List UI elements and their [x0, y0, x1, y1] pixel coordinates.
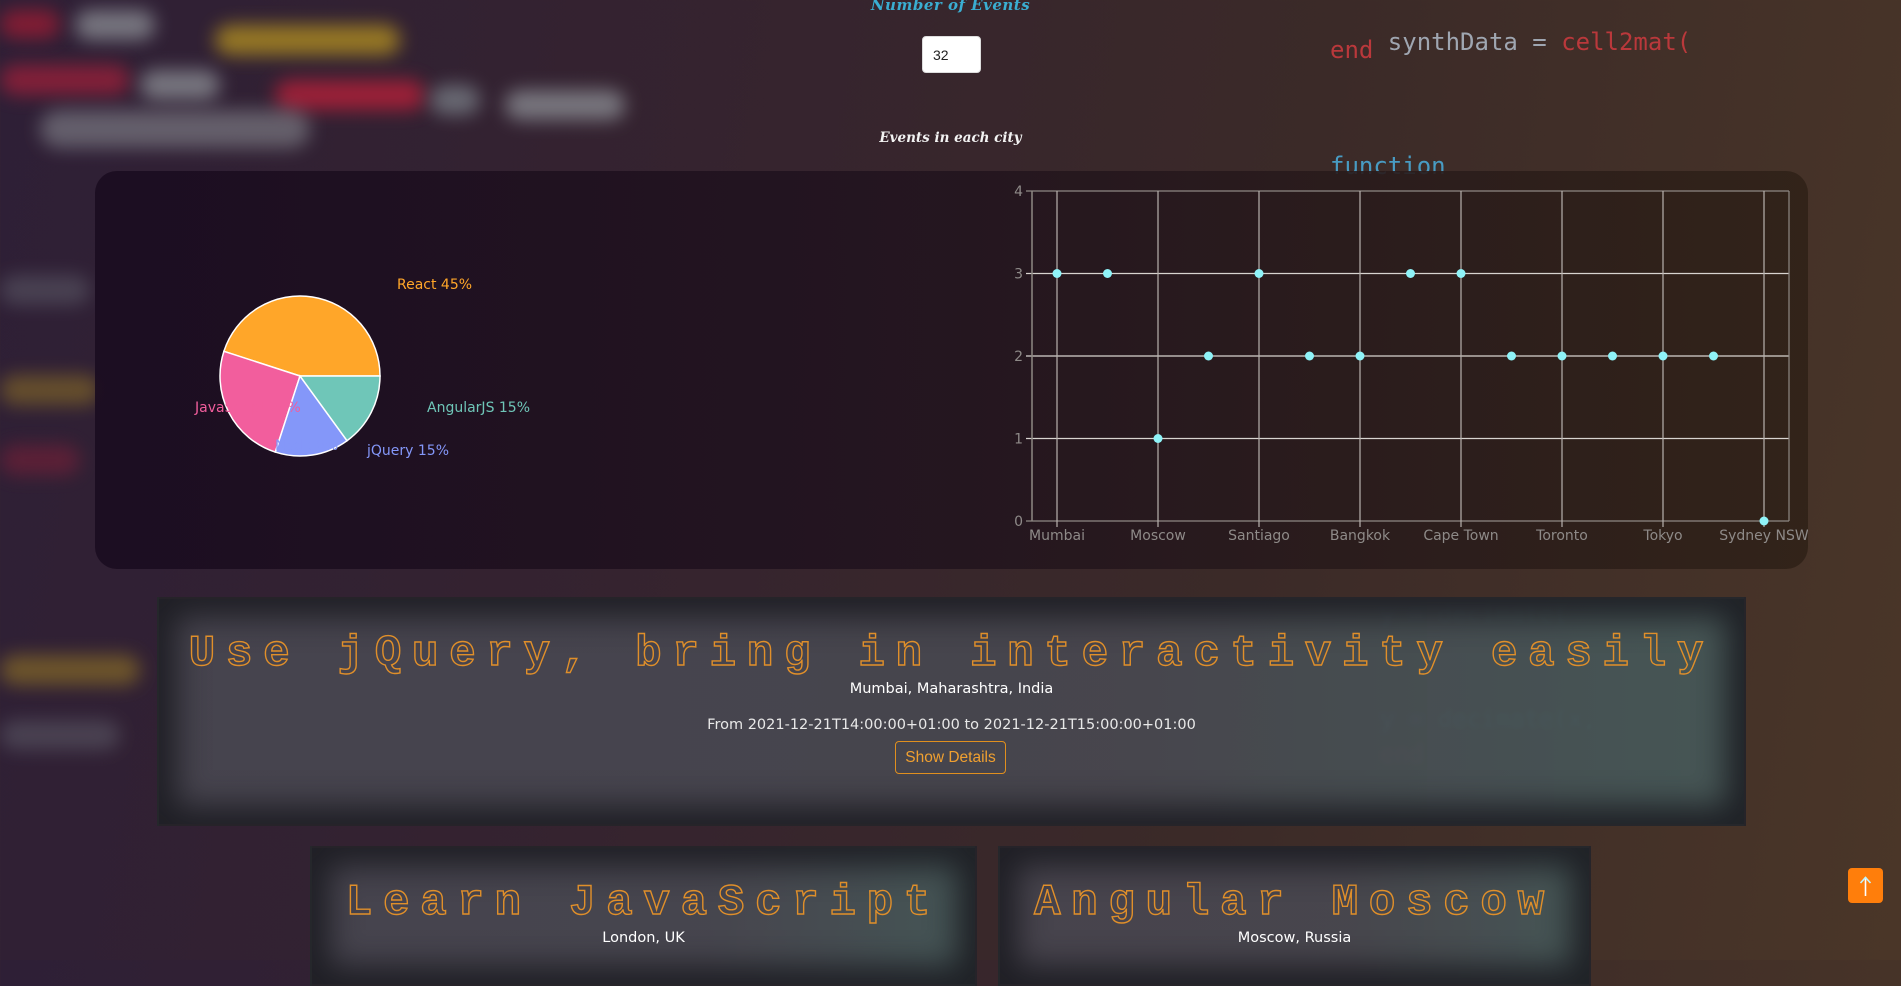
- event-location: Moscow, Russia: [1237, 930, 1352, 946]
- scatter-point[interactable]: [1507, 351, 1516, 361]
- scatter-point[interactable]: [1608, 351, 1617, 361]
- y-tick-label: 1: [1014, 432, 1023, 448]
- pie-label-javascript: JavaScript 25%: [194, 400, 301, 416]
- scroll-to-top-button[interactable]: [1848, 868, 1883, 903]
- pie-label-jquery: jQuery 15%: [366, 443, 449, 459]
- scatter-point[interactable]: [1052, 269, 1062, 278]
- scatter-point[interactable]: [1406, 269, 1415, 278]
- scatter-point[interactable]: [1658, 351, 1668, 361]
- pie-chart: React 45% AngularJS 15% jQuery 15% Node 0% J…: [194, 277, 530, 459]
- x-tick-label: Mumbai: [1029, 528, 1085, 544]
- x-tick-label: Tokyo: [1642, 528, 1682, 544]
- scatter-point[interactable]: [1103, 269, 1112, 278]
- scatter-point[interactable]: [1355, 351, 1365, 361]
- event-card: Angular Moscow Moscow, Russia: [998, 846, 1591, 986]
- bg-code-line: end: [1330, 36, 1374, 64]
- pie-label-react: React 45%: [397, 277, 472, 293]
- event-location: Mumbai, Maharashtra, India: [849, 681, 1054, 697]
- event-card: Use jQuery, bring in interactivity easil…: [157, 597, 1746, 826]
- show-details-button[interactable]: Show Details: [895, 741, 1006, 774]
- scatter-point[interactable]: [1254, 269, 1264, 278]
- event-title: Learn JavaScript: [345, 877, 942, 928]
- scatter-point[interactable]: [1557, 351, 1567, 361]
- event-date-range: From 2021-12-21T14:00:00+01:00 to 2021-1…: [707, 717, 1196, 733]
- x-tick-label: Sydney NSW: [1719, 528, 1808, 544]
- charts-panel: React 45% AngularJS 15% jQuery 15% Node 0% J…: [95, 171, 1808, 569]
- scatter-point[interactable]: [1305, 351, 1314, 361]
- x-tick-label: Santiago: [1228, 528, 1290, 544]
- y-tick-label: 4: [1014, 184, 1023, 200]
- pie-label-angularjs: AngularJS 15%: [427, 400, 530, 416]
- y-tick-label: 2: [1014, 349, 1023, 365]
- x-tick-label: Moscow: [1130, 528, 1186, 544]
- x-tick-label: Bangkok: [1330, 528, 1391, 544]
- event-title: Use jQuery, bring in interactivity easil…: [188, 628, 1715, 679]
- scatter-point[interactable]: [1759, 516, 1769, 526]
- x-tick-label: Cape Town: [1423, 528, 1498, 544]
- number-of-events-input[interactable]: [922, 36, 981, 73]
- event-title: Angular Moscow: [1033, 877, 1555, 928]
- scatter-point[interactable]: [1204, 351, 1213, 361]
- arrow-up-icon: [1859, 876, 1872, 896]
- scatter-point[interactable]: [1456, 269, 1466, 278]
- number-of-events-label: Number of Events: [870, 0, 1031, 14]
- event-location: London, UK: [602, 930, 685, 946]
- scatter-point[interactable]: [1709, 351, 1718, 361]
- pie-label-node: Node 0%: [275, 438, 338, 454]
- scatter-point[interactable]: [1153, 434, 1163, 443]
- x-tick-label: Toronto: [1535, 528, 1588, 544]
- event-card: Learn JavaScript London, UK: [310, 846, 977, 986]
- y-tick-label: 3: [1014, 267, 1023, 283]
- chart-section-title: Events in each city: [879, 130, 1022, 146]
- y-tick-label: 0: [1014, 514, 1023, 530]
